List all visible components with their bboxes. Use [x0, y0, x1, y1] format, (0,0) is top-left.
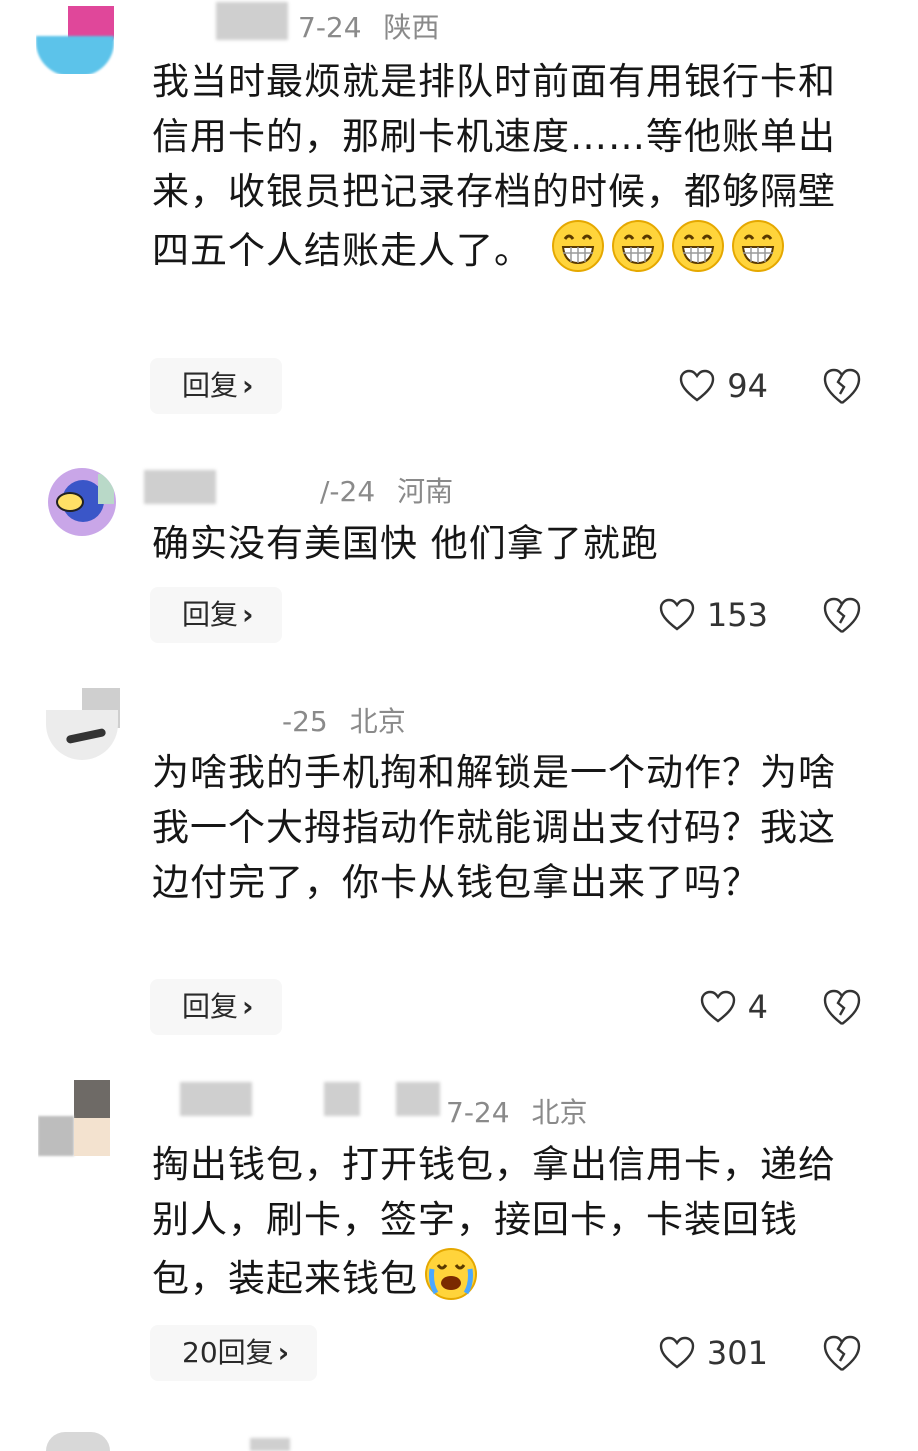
comment-date: 7-24	[298, 11, 362, 44]
comment-location: 北京	[349, 705, 406, 738]
reply-label: 回复	[182, 990, 239, 1023]
username-blurred[interactable]	[144, 470, 216, 504]
like-count: 4	[747, 988, 768, 1026]
like-button[interactable]: 153	[659, 590, 768, 640]
like-button[interactable]: 4	[700, 982, 768, 1032]
avatar[interactable]	[46, 1432, 110, 1451]
username-blurred[interactable]	[180, 1082, 252, 1116]
comment-text-body: 掏出钱包，打开钱包，拿出信用卡，递给别人，刷卡，签字，接回卡，卡装回钱包，装起来…	[152, 1143, 836, 1300]
comment-text: 我当时最烦就是排队时前面有用银行卡和信用卡的，那刷卡机速度……等他账单出来，收银…	[152, 54, 872, 278]
broken-heart-icon[interactable]	[822, 988, 862, 1028]
like-count: 94	[727, 367, 768, 405]
comment-location: 河南	[397, 475, 454, 508]
like-count: 153	[706, 596, 768, 634]
comment-text-body: 确实没有美国快 他们拿了就跑	[152, 522, 659, 565]
heart-outline-icon	[659, 1336, 695, 1369]
reply-label: 回复	[182, 369, 239, 402]
grin-emoji-icon	[551, 220, 604, 272]
reply-button[interactable]: 回复 ›	[150, 587, 282, 643]
comment-date: /-24	[320, 475, 376, 508]
like-button[interactable]: 94	[679, 361, 768, 411]
avatar[interactable]	[48, 468, 116, 536]
comment-text: 确实没有美国快 他们拿了就跑	[152, 516, 872, 571]
comment-location: 陕西	[383, 11, 440, 44]
like-button[interactable]: 301	[659, 1328, 768, 1378]
reply-button[interactable]: 回复 ›	[150, 358, 282, 414]
comment-text-body: 为啥我的手机掏和解锁是一个动作？为啥我一个大拇指动作就能调出支付码？我这边付完了…	[152, 751, 836, 904]
grin-emoji-icon	[731, 220, 784, 272]
comment-meta: 7-24 陕西	[298, 6, 440, 46]
broken-heart-icon[interactable]	[822, 596, 862, 636]
avatar[interactable]	[46, 688, 120, 768]
comment-text: 为啥我的手机掏和解锁是一个动作？为啥我一个大拇指动作就能调出支付码？我这边付完了…	[152, 745, 872, 910]
chevron-right-icon: ›	[277, 1336, 290, 1369]
reply-button[interactable]: 20回复 ›	[150, 1325, 318, 1381]
chevron-right-icon: ›	[242, 598, 254, 631]
avatar[interactable]	[38, 1080, 110, 1160]
heart-outline-icon	[700, 990, 735, 1023]
comment-location: 北京	[531, 1096, 588, 1129]
reply-button[interactable]: 回复 ›	[150, 979, 282, 1035]
broken-heart-icon[interactable]	[822, 1334, 862, 1374]
username-blurred[interactable]	[324, 1082, 360, 1116]
chevron-right-icon: ›	[242, 990, 254, 1023]
username-blurred[interactable]	[216, 2, 288, 40]
grin-emoji-icon	[611, 220, 664, 272]
heart-outline-icon	[659, 598, 695, 631]
comment-meta: /-24 河南	[320, 470, 453, 510]
crying-emoji-icon	[425, 1248, 477, 1300]
reply-label: 20回复	[182, 1336, 274, 1369]
avatar[interactable]	[36, 6, 114, 74]
heart-outline-icon	[680, 369, 715, 402]
username-blurred[interactable]	[396, 1082, 440, 1116]
grin-emoji-icon	[671, 220, 724, 272]
comment-meta: -25 北京	[282, 700, 406, 740]
comment-date: 7-24	[446, 1096, 510, 1129]
chevron-right-icon: ›	[242, 369, 254, 402]
reply-label: 回复	[182, 598, 239, 631]
comment-meta: 7-24 北京	[446, 1091, 588, 1131]
broken-heart-icon[interactable]	[822, 367, 862, 407]
comment-date: -25	[282, 705, 328, 738]
like-count: 301	[706, 1334, 768, 1372]
username-blurred[interactable]	[250, 1438, 290, 1451]
comment-text: 掏出钱包，打开钱包，拿出信用卡，递给别人，刷卡，签字，接回卡，卡装回钱包，装起来…	[152, 1137, 872, 1306]
